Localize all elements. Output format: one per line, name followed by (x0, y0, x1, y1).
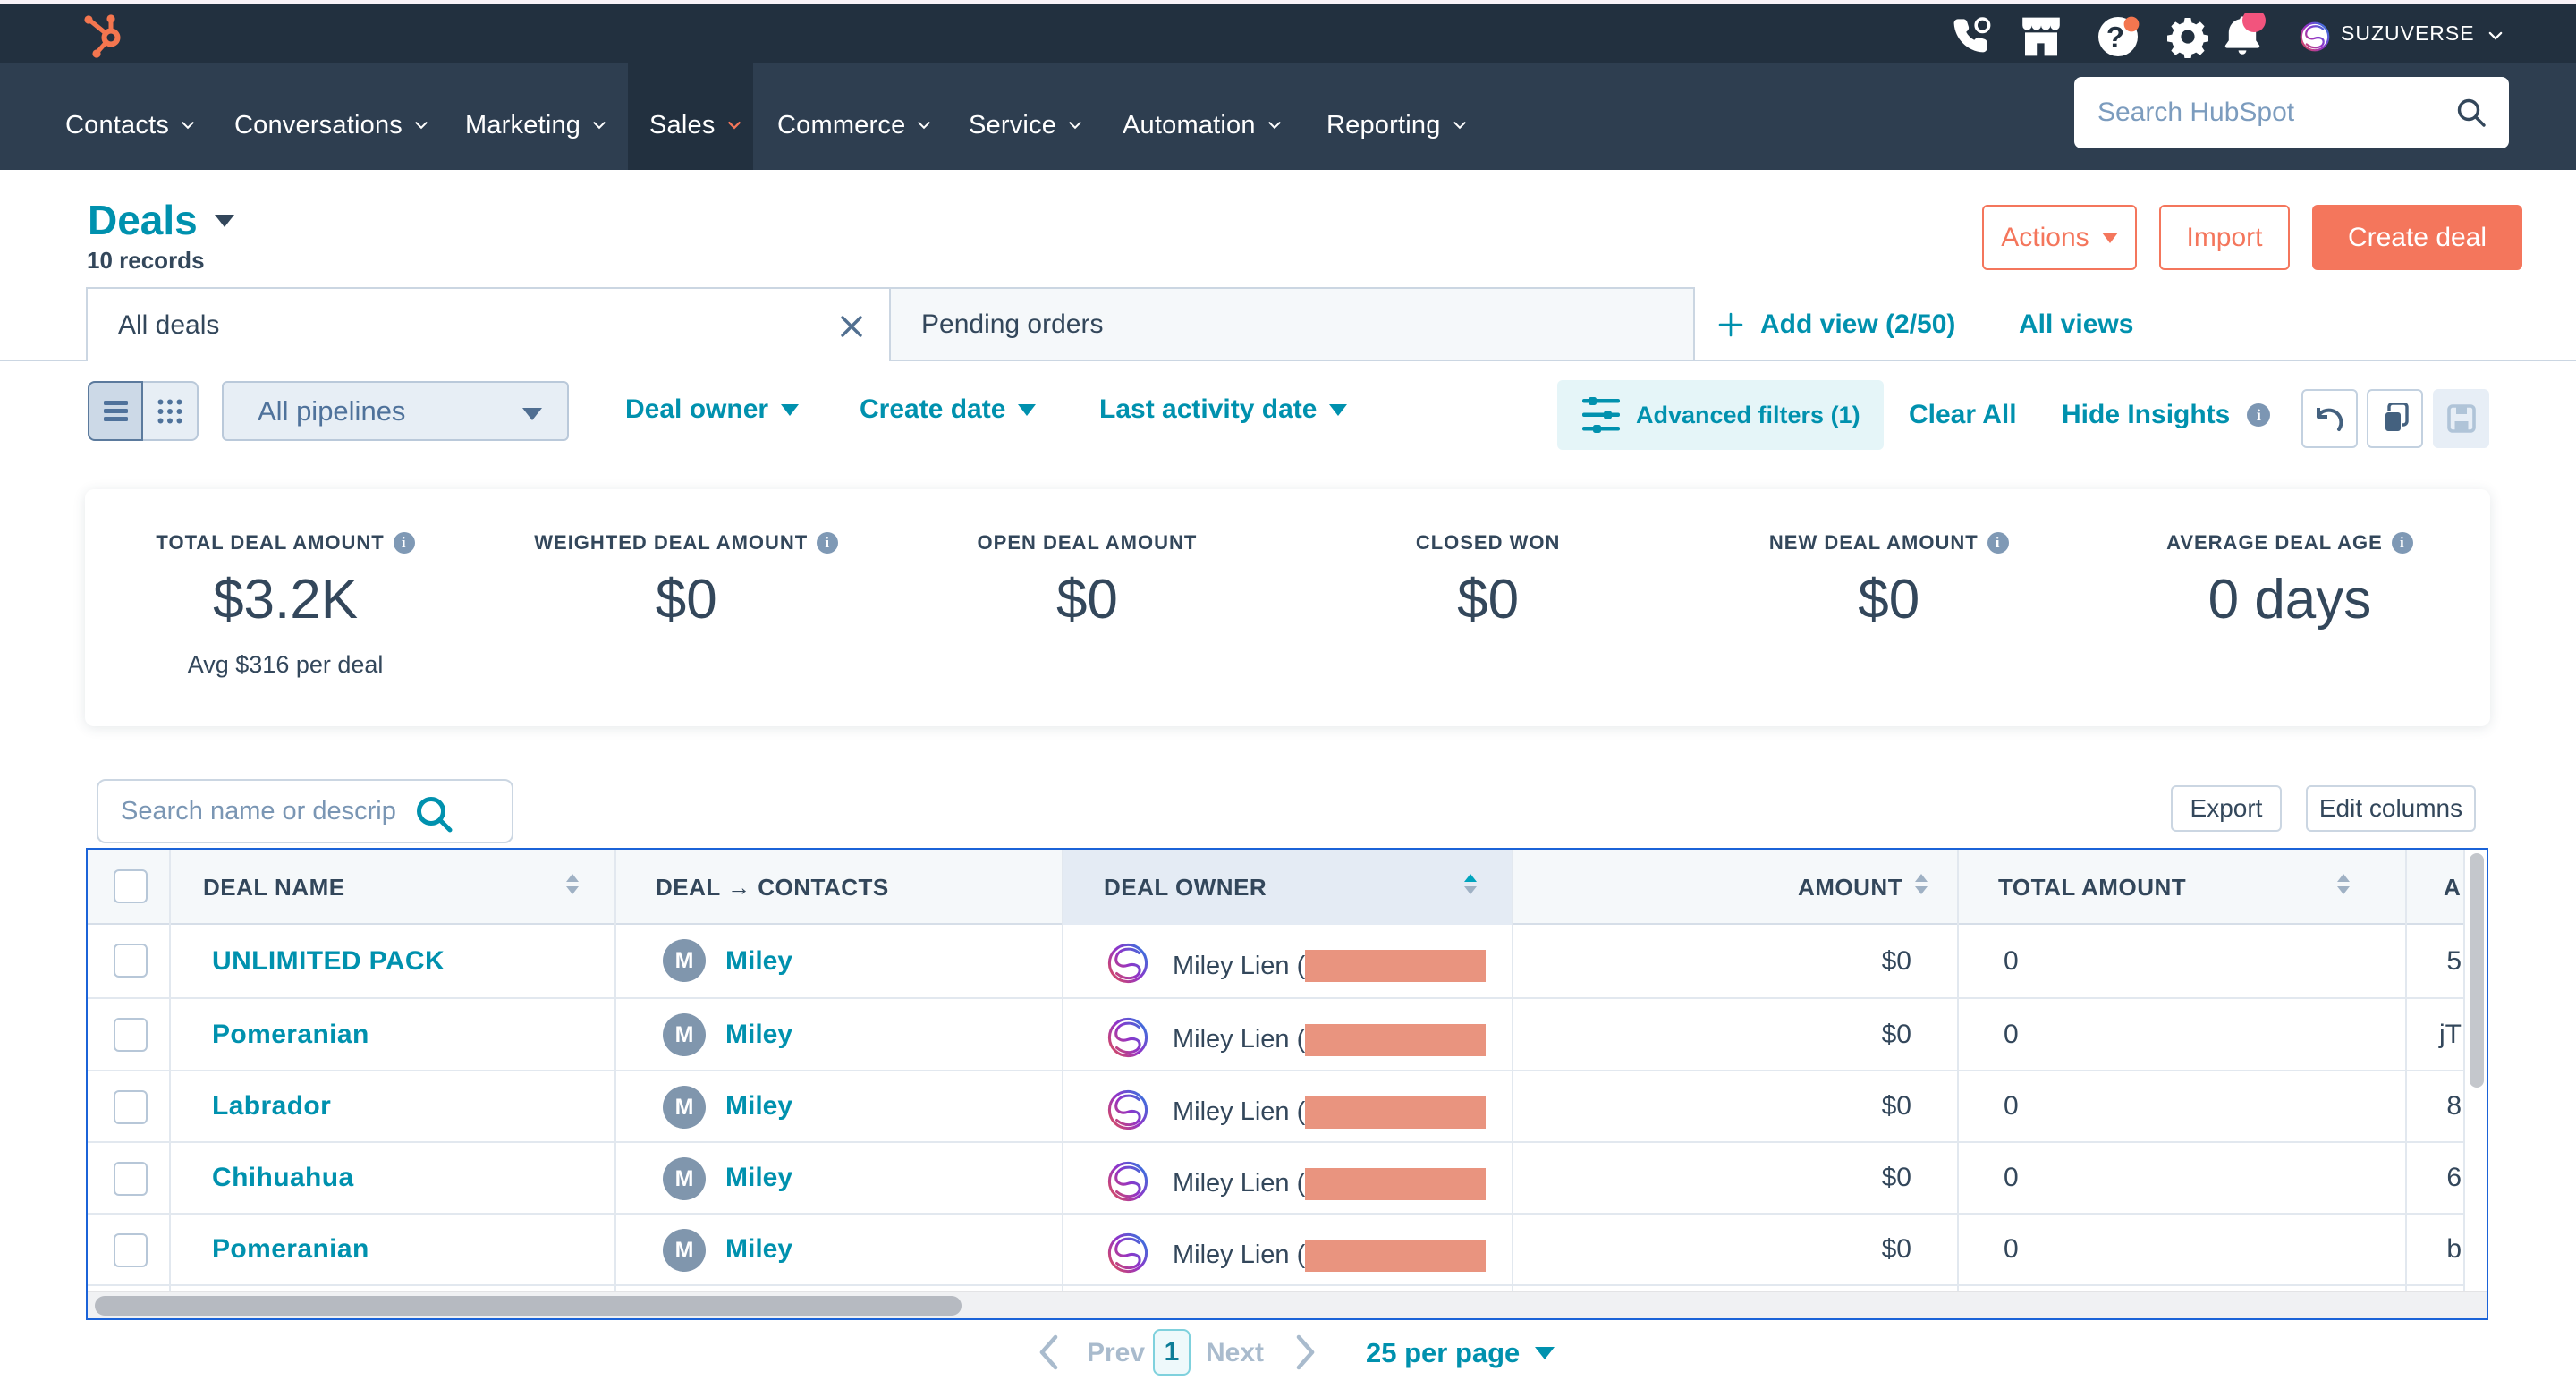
svg-text:?: ? (2106, 21, 2124, 54)
